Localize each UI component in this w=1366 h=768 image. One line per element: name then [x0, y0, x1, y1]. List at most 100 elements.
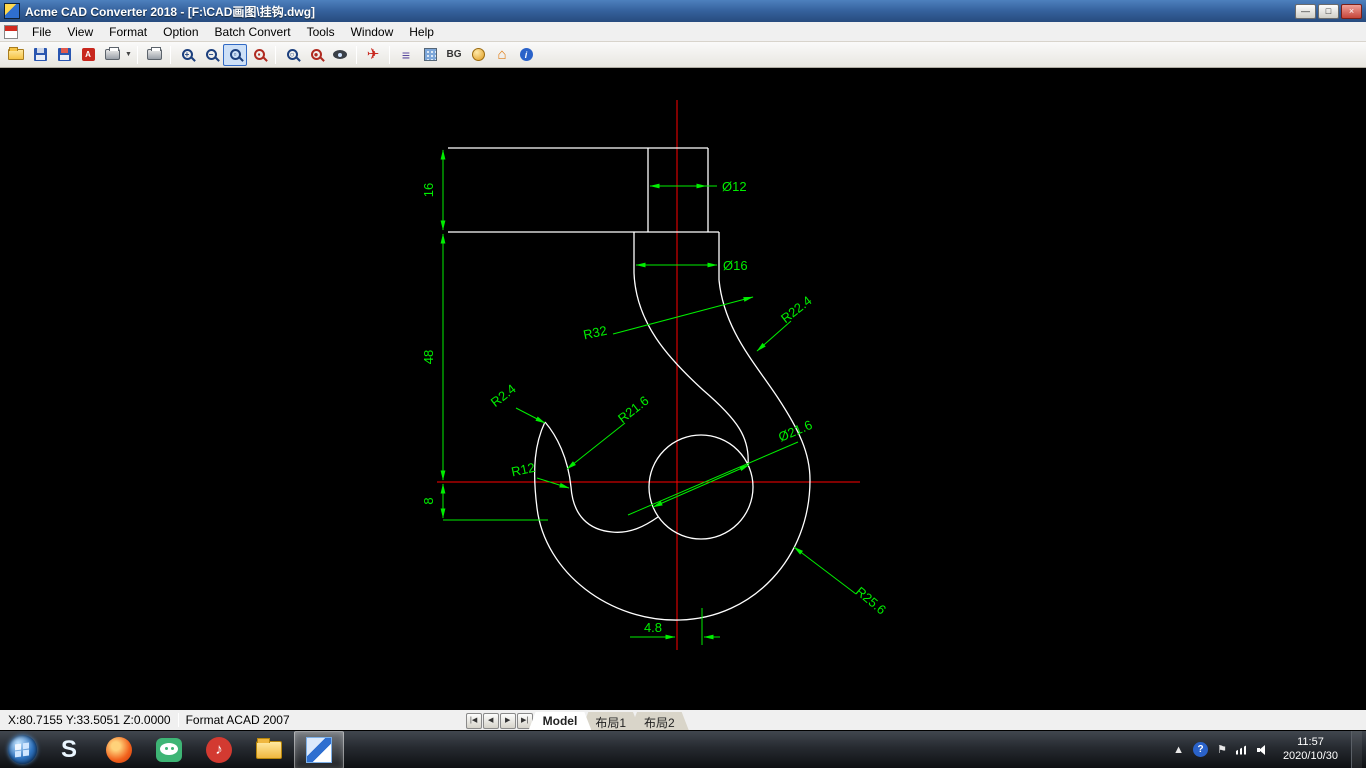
open-folder-icon	[8, 49, 24, 60]
export-pdf-button[interactable]: A	[76, 44, 100, 66]
tray-volume-icon[interactable]	[1257, 745, 1270, 755]
background-color-button[interactable]: BG	[442, 44, 466, 66]
dim-label-r25-6: R25.6	[853, 584, 889, 618]
tab-nav-prev[interactable]: ◀	[483, 713, 499, 729]
hook-outer-curve	[535, 280, 810, 620]
taskbar-skype[interactable]: S	[44, 731, 94, 768]
menu-view[interactable]: View	[59, 23, 101, 41]
taskbar-browser[interactable]	[94, 731, 144, 768]
zoom-all-icon: ○	[287, 49, 298, 60]
dim-label-r22-4: R22.4	[778, 293, 815, 326]
tray-flag-icon[interactable]: ⚑	[1217, 743, 1227, 756]
home-button[interactable]: ⌂	[490, 44, 514, 66]
minimize-button[interactable]: —	[1295, 4, 1316, 19]
start-button[interactable]	[0, 731, 44, 768]
toolbar-separator	[170, 46, 171, 64]
dim-label-r21-6: R21.6	[615, 393, 652, 426]
wechat-icon	[156, 738, 182, 762]
zoom-color-icon: ●	[311, 49, 322, 60]
hook-outline	[448, 148, 810, 620]
grid-icon	[424, 48, 437, 61]
zoom-all-button[interactable]: ○	[280, 44, 304, 66]
print-preview-button[interactable]	[100, 44, 124, 66]
menu-option[interactable]: Option	[155, 23, 206, 41]
statusbar-divider	[178, 713, 179, 727]
taskbar-acme-cad[interactable]	[294, 731, 344, 768]
zoom-in-button[interactable]: +	[175, 44, 199, 66]
print-button[interactable]	[142, 44, 166, 66]
drawing-canvas[interactable]: 16 48 8 Ø12 Ø16 R32 R22.4 R2.4 R21.6 R12…	[0, 68, 1366, 710]
menu-tools[interactable]: Tools	[299, 23, 343, 41]
taskbar-clock[interactable]: 11:57 2020/10/30	[1283, 736, 1338, 764]
print-icon	[147, 49, 162, 60]
menu-file[interactable]: File	[24, 23, 59, 41]
tray-chevron-up-icon[interactable]: ▲	[1173, 744, 1184, 756]
tray-help-icon[interactable]: ?	[1193, 742, 1208, 757]
dim-label-dia21-6: Ø21.6	[776, 417, 814, 445]
view-button[interactable]	[328, 44, 352, 66]
menu-help[interactable]: Help	[401, 23, 442, 41]
menu-window[interactable]: Window	[343, 23, 402, 41]
eye-icon	[333, 50, 347, 59]
hook-throat-circle	[649, 435, 753, 539]
tab-nav-first[interactable]: |◀	[466, 713, 482, 729]
menu-batch-convert[interactable]: Batch Convert	[207, 23, 299, 41]
find-view-button[interactable]: ●	[304, 44, 328, 66]
maximize-button[interactable]: □	[1318, 4, 1339, 19]
music-icon: ♪	[206, 737, 232, 763]
menu-format[interactable]: Format	[101, 23, 155, 41]
layers-button[interactable]: ≡	[394, 44, 418, 66]
toolbar: A ▼ + − ▫ ▪ ○ ● ✈ ≡ BG ⌂ i	[0, 42, 1366, 68]
info-icon: i	[520, 48, 533, 61]
zoom-window-button[interactable]: ▫	[223, 44, 247, 66]
window-title: Acme CAD Converter 2018 - [F:\CAD画图\挂钩.d…	[25, 3, 315, 20]
taskbar-wechat[interactable]	[144, 731, 194, 768]
dim-label-r32: R32	[582, 323, 608, 343]
cad-drawing[interactable]: 16 48 8 Ø12 Ø16 R32 R22.4 R2.4 R21.6 R12…	[0, 68, 1366, 710]
taskbar-explorer[interactable]	[244, 731, 294, 768]
status-bar: X:80.7155 Y:33.5051 Z:0.0000 Format ACAD…	[0, 710, 1366, 730]
print-preview-icon	[105, 49, 120, 60]
zoom-out-icon: −	[206, 49, 217, 60]
ball-icon	[472, 48, 485, 61]
layers-icon: ≡	[402, 48, 410, 62]
taskbar-music[interactable]: ♪	[194, 731, 244, 768]
close-button[interactable]: ×	[1341, 4, 1362, 19]
zoom-extents-icon: ▪	[254, 49, 265, 60]
tab-model[interactable]: Model	[529, 712, 592, 730]
hook-tip-inner-curve	[545, 422, 658, 532]
save-as-button[interactable]	[52, 44, 76, 66]
pdf-icon: A	[82, 48, 95, 61]
about-button[interactable]: i	[514, 44, 538, 66]
app-icon[interactable]	[4, 3, 20, 19]
plane-icon: ✈	[367, 47, 380, 62]
acme-cad-icon	[306, 737, 332, 763]
zoom-window-icon: ▫	[230, 49, 241, 60]
clock-date: 2020/10/30	[1283, 750, 1338, 764]
zoom-extents-button[interactable]: ▪	[247, 44, 271, 66]
zoom-in-icon: +	[182, 49, 193, 60]
tray-network-icon[interactable]	[1236, 745, 1248, 755]
menu-bar: File View Format Option Batch Convert To…	[0, 22, 1366, 42]
skype-icon: S	[61, 736, 77, 764]
bg-label: BG	[447, 49, 462, 60]
save-button[interactable]	[28, 44, 52, 66]
document-icon[interactable]	[4, 25, 18, 39]
toolbar-separator	[389, 46, 390, 64]
render-button[interactable]	[466, 44, 490, 66]
coordinates-readout: X:80.7155 Y:33.5051 Z:0.0000	[8, 713, 171, 727]
open-button[interactable]	[4, 44, 28, 66]
dimension-labels: 16 48 8 Ø12 Ø16 R32 R22.4 R2.4 R21.6 R12…	[421, 179, 889, 635]
dim-label-16: 16	[421, 183, 436, 197]
grid-background-button[interactable]	[418, 44, 442, 66]
show-desktop-button[interactable]	[1351, 731, 1362, 768]
zoom-out-button[interactable]: −	[199, 44, 223, 66]
send-email-button[interactable]: ✈	[361, 44, 385, 66]
system-tray: ▲ ? ⚑ 11:57 2020/10/30	[1173, 731, 1366, 768]
tab-layout2[interactable]: 布局2	[630, 712, 689, 730]
dim-label-dia12: Ø12	[722, 179, 747, 194]
tab-nav-next[interactable]: ▶	[500, 713, 516, 729]
print-dropdown-arrow[interactable]: ▼	[124, 44, 133, 66]
dim-label-dia16: Ø16	[723, 258, 748, 273]
browser-icon	[106, 737, 132, 763]
